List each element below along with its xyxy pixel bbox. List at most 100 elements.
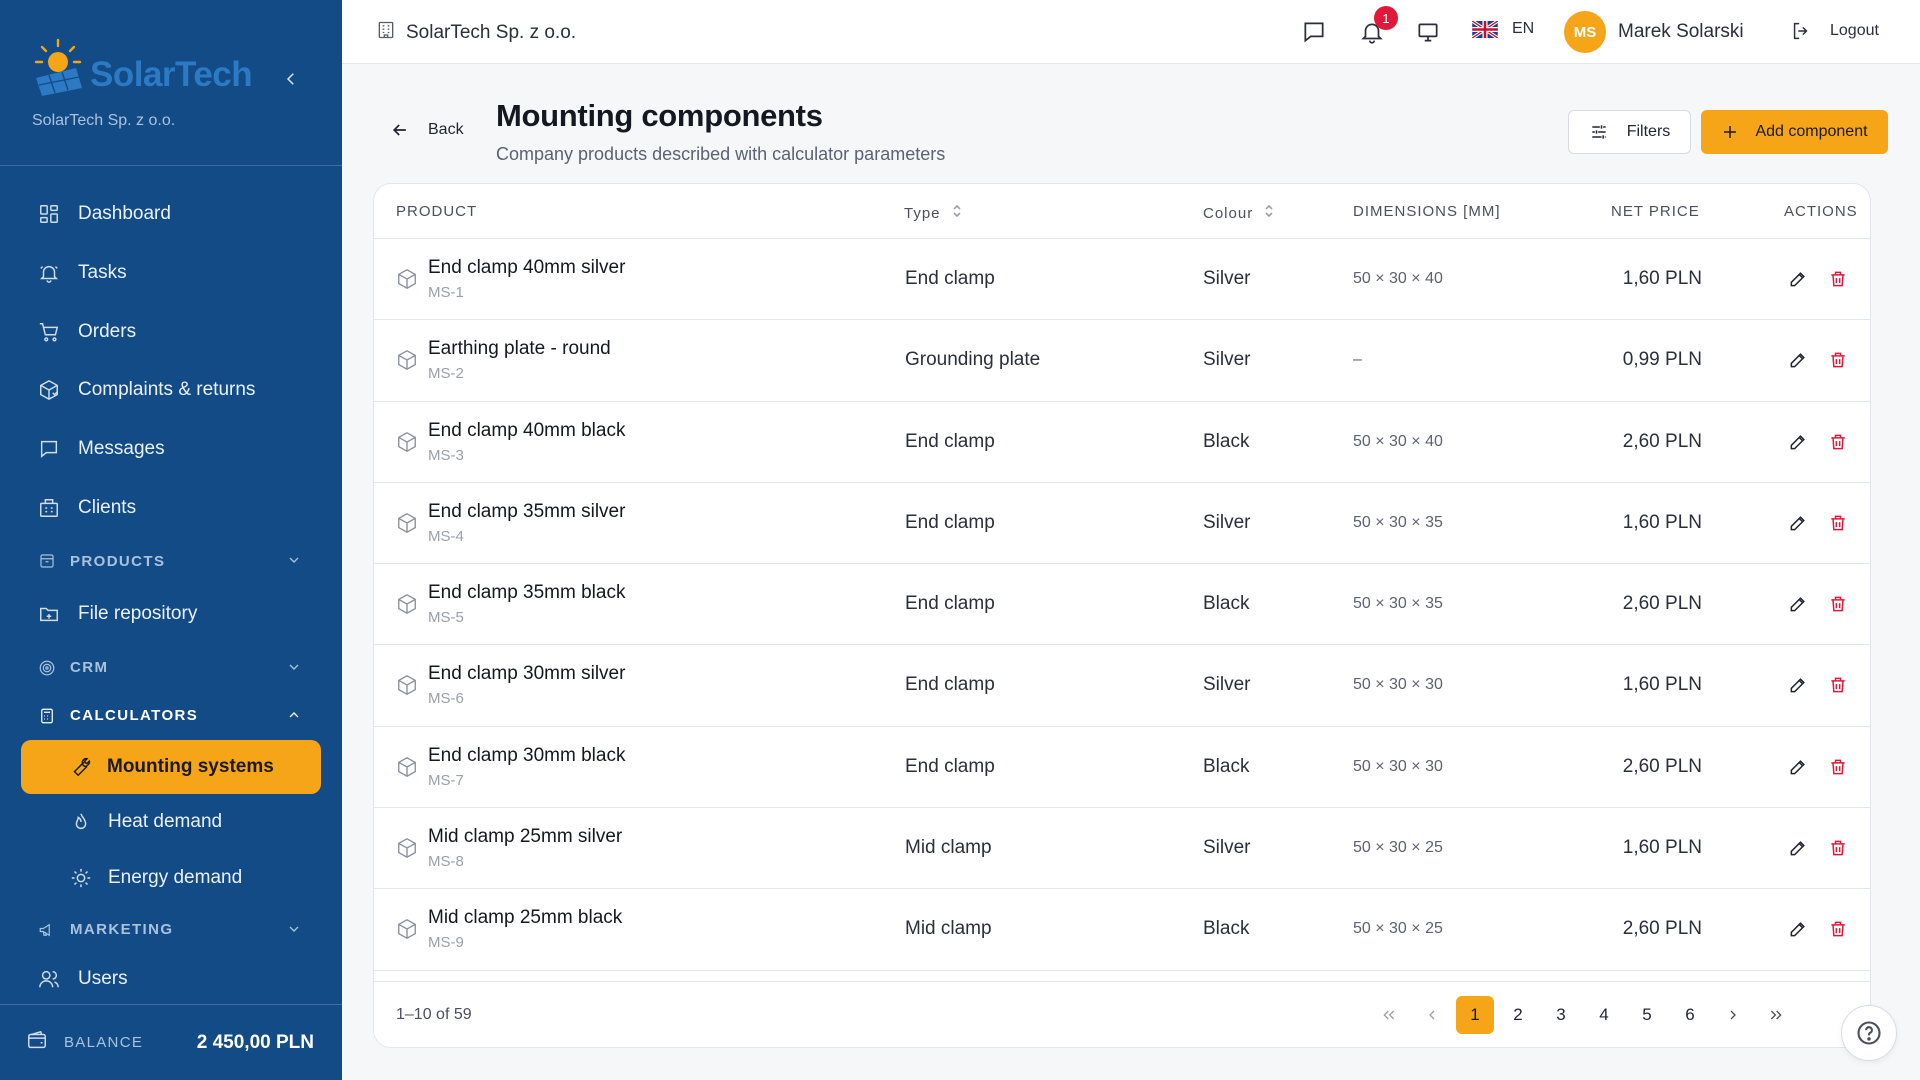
product-name: Earthing plate - round	[428, 338, 611, 360]
page-3-button[interactable]: 3	[1542, 996, 1580, 1034]
sidebar-item-file-repository[interactable]: File repository	[0, 585, 342, 644]
edit-button[interactable]	[1788, 919, 1810, 941]
page-5-button[interactable]: 5	[1628, 996, 1666, 1034]
sidebar-item-label: Mounting systems	[107, 755, 274, 777]
product-sku: MS-9	[428, 934, 464, 952]
delete-button[interactable]	[1828, 919, 1850, 941]
logout-label: Logout	[1830, 22, 1879, 39]
display-button[interactable]	[1414, 18, 1442, 46]
table-row[interactable]: End clamp 35mm silver MS-4 End clamp Silver…	[374, 483, 1870, 565]
edit-button[interactable]	[1788, 757, 1810, 779]
arrow-left-icon	[392, 124, 406, 136]
page-4-button[interactable]: 4	[1585, 996, 1623, 1034]
edit-button[interactable]	[1788, 350, 1810, 372]
product-dimensions: –	[1353, 351, 1362, 369]
table-row[interactable]: Mid clamp 25mm black MS-9 Mid clamp Black 50…	[374, 889, 1870, 971]
sidebar-item-label: Orders	[78, 320, 137, 342]
edit-button[interactable]	[1788, 513, 1810, 535]
company-selector[interactable]: SolarTech Sp. z o.o.	[376, 20, 576, 46]
delete-button[interactable]	[1828, 269, 1850, 291]
trash-icon	[1828, 759, 1848, 781]
package-icon	[396, 431, 418, 453]
sidebar-section-products[interactable]: PRODUCTS	[0, 537, 342, 585]
back-button[interactable]: Back	[390, 120, 464, 140]
page-2-button[interactable]: 2	[1499, 996, 1537, 1034]
sidebar-item-mounting-systems[interactable]: Mounting systems	[21, 739, 321, 794]
edit-button[interactable]	[1788, 594, 1810, 616]
edit-button[interactable]	[1788, 675, 1810, 697]
edit-button[interactable]	[1788, 269, 1810, 291]
pencil-icon	[1788, 272, 1808, 293]
sort-icon	[1253, 203, 1275, 223]
sidebar-section-crm[interactable]: CRM	[0, 644, 342, 692]
header-colour[interactable]: Colour	[1203, 203, 1275, 223]
messages-button[interactable]	[1300, 18, 1328, 46]
edit-button[interactable]	[1788, 432, 1810, 454]
table-row[interactable]: End clamp 40mm silver MS-1 End clamp Silver…	[374, 239, 1870, 321]
product-type: Grounding plate	[905, 349, 1041, 371]
page-6-button[interactable]: 6	[1671, 996, 1709, 1034]
chevron-down-icon	[286, 552, 302, 568]
sidebar-item-clients[interactable]: Clients	[0, 478, 342, 537]
sidebar-section-marketing[interactable]: MARKETING	[0, 906, 342, 954]
table-row[interactable]: Mid clamp 25mm silver MS-8 Mid clamp Silver…	[374, 808, 1870, 890]
sidebar-item-messages[interactable]: Messages	[0, 420, 342, 479]
sidebar-item-energy-demand[interactable]: Energy demand	[0, 850, 342, 906]
wrench-icon	[69, 756, 91, 778]
last-page-button[interactable]	[1757, 996, 1795, 1034]
product-name: End clamp 35mm silver	[428, 500, 626, 522]
edit-button[interactable]	[1788, 838, 1810, 860]
logout-button[interactable]: Logout	[1790, 20, 1879, 42]
table-row[interactable]: End clamp 40mm black MS-3 End clamp Black 50…	[374, 402, 1870, 483]
bell-ring-icon	[38, 262, 60, 284]
sidebar-nav: Dashboard Tasks Orders Complaints & retu…	[0, 185, 342, 1004]
sidebar-item-heat-demand[interactable]: Heat demand	[0, 794, 342, 850]
product-type: Mid clamp	[905, 918, 992, 940]
product-sku: MS-5	[428, 609, 464, 627]
add-component-button[interactable]: Add component	[1701, 110, 1888, 154]
package-icon	[396, 756, 418, 778]
sidebar-item-users[interactable]: Users	[0, 954, 342, 1004]
sidebar-section-calculators[interactable]: CALCULATORS	[0, 692, 342, 740]
notifications-button[interactable]: 1	[1358, 6, 1398, 46]
prev-page-button[interactable]	[1413, 996, 1451, 1034]
sidebar-item-label: Users	[78, 967, 128, 989]
page-1-button[interactable]: 1	[1456, 996, 1494, 1034]
message-icon	[38, 438, 60, 460]
table-row[interactable]: End clamp 30mm black MS-7 End clamp Black 50…	[374, 727, 1870, 809]
delete-button[interactable]	[1828, 675, 1850, 697]
help-button[interactable]	[1841, 1005, 1897, 1061]
sidebar-item-label: Messages	[78, 438, 165, 460]
product-sku: MS-6	[428, 690, 464, 708]
filters-button[interactable]: Filters	[1568, 110, 1691, 154]
help-icon	[1857, 1021, 1881, 1045]
delete-button[interactable]	[1828, 594, 1850, 616]
product-name: End clamp 40mm black	[428, 419, 626, 441]
package-return-icon	[38, 379, 60, 401]
sidebar-item-tasks[interactable]: Tasks	[0, 244, 342, 303]
chevron-right-icon	[1730, 1010, 1736, 1020]
delete-button[interactable]	[1828, 350, 1850, 372]
pagination: 123456	[1370, 996, 1800, 1034]
product-dimensions: 50 × 30 × 40	[1353, 432, 1443, 450]
table-row[interactable]: End clamp 35mm black MS-5 End clamp Black 50…	[374, 564, 1870, 646]
user-menu[interactable]: MS Marek Solarski	[1564, 11, 1744, 53]
delete-button[interactable]	[1828, 757, 1850, 779]
sidebar-item-complaints[interactable]: Complaints & returns	[0, 361, 342, 420]
sidebar-item-dashboard[interactable]: Dashboard	[0, 185, 342, 244]
trash-icon	[1828, 921, 1848, 943]
first-page-button[interactable]	[1370, 996, 1408, 1034]
delete-button[interactable]	[1828, 838, 1850, 860]
product-type: End clamp	[905, 268, 995, 289]
language-selector[interactable]: EN	[1472, 20, 1534, 38]
table-row[interactable]: Earthing plate - round MS-2 Grounding plat…	[374, 320, 1870, 402]
next-page-button[interactable]	[1714, 996, 1752, 1034]
brand-logo[interactable]: SolarTech	[32, 38, 253, 96]
delete-button[interactable]	[1828, 432, 1850, 454]
table-row[interactable]: End clamp 30mm silver MS-6 End clamp Silver…	[374, 645, 1870, 727]
header-type[interactable]: Type	[904, 203, 963, 223]
sidebar-item-orders[interactable]: Orders	[0, 302, 342, 361]
delete-button[interactable]	[1828, 513, 1850, 535]
product-type: End clamp	[905, 430, 995, 452]
collapse-sidebar-button[interactable]	[280, 70, 302, 92]
